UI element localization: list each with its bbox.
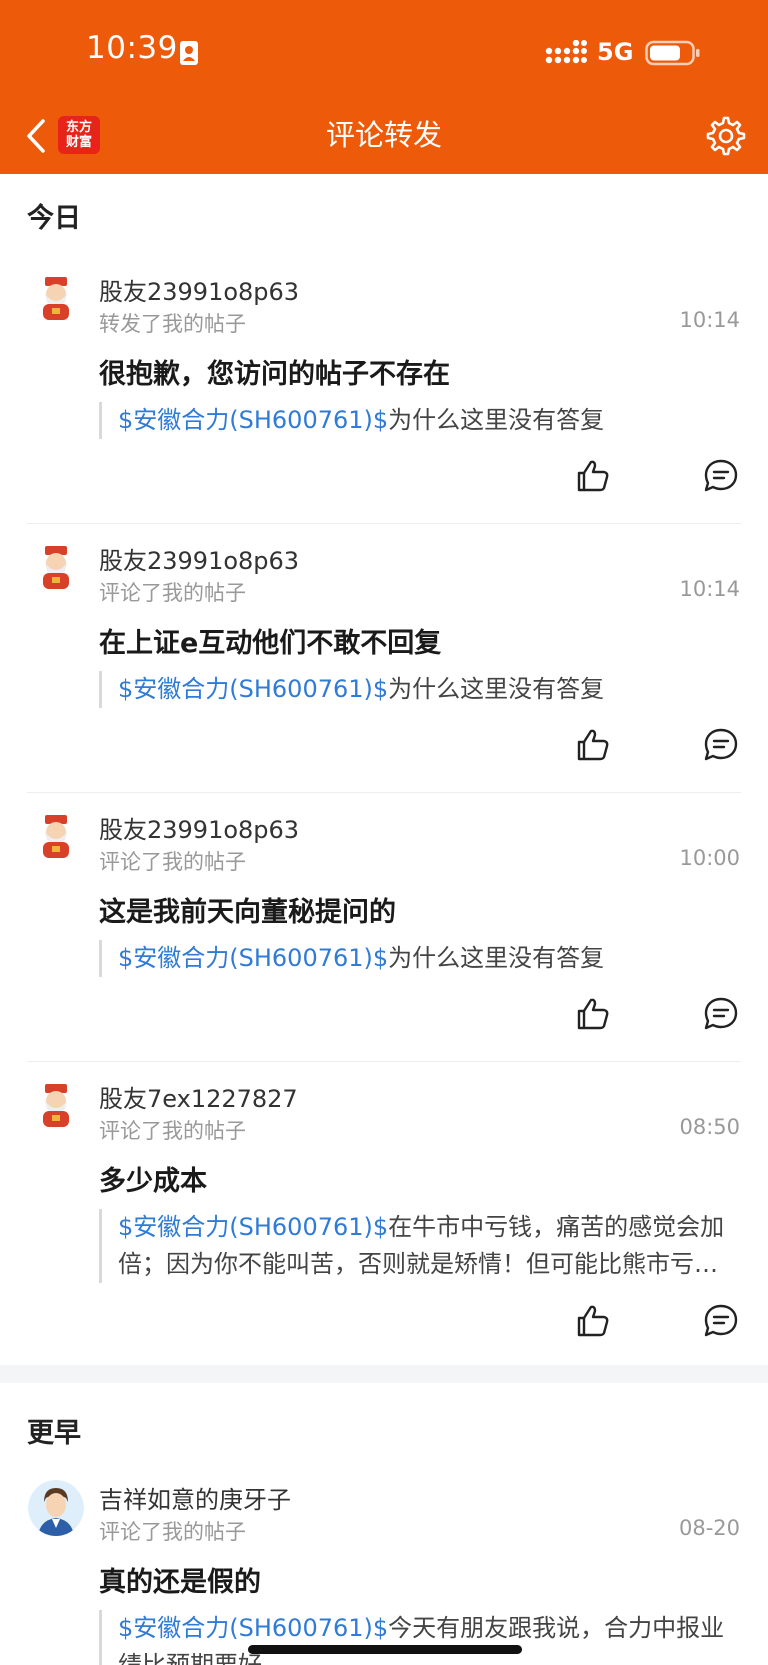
comment-icon[interactable] bbox=[703, 727, 739, 763]
quoted-post[interactable]: $安徽合力(SH600761)$为什么这里没有答复 bbox=[99, 402, 741, 439]
comment-content[interactable]: 这是我前天向董秘提问的 bbox=[99, 890, 396, 929]
home-indicator[interactable] bbox=[248, 1645, 522, 1654]
user-name[interactable]: 股友23991o8p63 bbox=[99, 541, 299, 576]
user-name[interactable]: 股友23991o8p63 bbox=[99, 810, 299, 845]
comment-icon[interactable] bbox=[703, 1303, 739, 1339]
comment-content[interactable]: 多少成本 bbox=[99, 1159, 207, 1198]
avatar[interactable] bbox=[28, 541, 84, 597]
stock-tag[interactable]: $安徽合力(SH600761)$ bbox=[118, 944, 388, 972]
avatar[interactable] bbox=[28, 1079, 84, 1135]
user-name[interactable]: 股友7ex1227827 bbox=[99, 1079, 298, 1114]
avatar[interactable] bbox=[28, 810, 84, 866]
gear-icon[interactable] bbox=[706, 116, 746, 156]
quoted-post[interactable]: $安徽合力(SH600761)$为什么这里没有答复 bbox=[99, 671, 741, 708]
status-time: 10:39 bbox=[86, 30, 178, 66]
divider bbox=[27, 523, 741, 524]
battery-icon bbox=[645, 40, 700, 66]
signal-icon bbox=[545, 40, 587, 64]
quote-text: 为什么这里没有答复 bbox=[388, 944, 605, 972]
section-separator bbox=[0, 1365, 768, 1383]
action-text: 评论了我的帖子 bbox=[99, 1119, 246, 1143]
action-text: 评论了我的帖子 bbox=[99, 850, 246, 874]
action-text: 评论了我的帖子 bbox=[99, 581, 246, 605]
quoted-post[interactable]: $安徽合力(SH600761)$今天有朋友跟我说，合力中报业绩比预期要好 bbox=[99, 1610, 741, 1665]
divider bbox=[27, 792, 741, 793]
thumbs-up-icon[interactable] bbox=[575, 1303, 611, 1339]
divider bbox=[27, 1061, 741, 1062]
action-text: 转发了我的帖子 bbox=[99, 312, 246, 336]
comment-icon[interactable] bbox=[703, 458, 739, 494]
user-name[interactable]: 股友23991o8p63 bbox=[99, 272, 299, 307]
quote-text: 为什么这里没有答复 bbox=[388, 675, 605, 703]
comment-content[interactable]: 在上证e互动他们不敢不回复 bbox=[99, 621, 441, 660]
thumbs-up-icon[interactable] bbox=[575, 727, 611, 763]
user-name[interactable]: 吉祥如意的庚牙子 bbox=[99, 1480, 291, 1515]
stock-tag[interactable]: $安徽合力(SH600761)$ bbox=[118, 675, 388, 703]
timestamp: 08:50 bbox=[679, 1115, 740, 1139]
stock-tag[interactable]: $安徽合力(SH600761)$ bbox=[118, 1614, 388, 1642]
timestamp: 10:14 bbox=[679, 577, 740, 601]
comment-icon[interactable] bbox=[703, 996, 739, 1032]
thumbs-up-icon[interactable] bbox=[575, 458, 611, 494]
comment-content[interactable]: 很抱歉，您访问的帖子不存在 bbox=[99, 352, 450, 391]
timestamp: 10:14 bbox=[679, 308, 740, 332]
quoted-post[interactable]: $安徽合力(SH600761)$在牛市中亏钱，痛苦的感觉会加倍；因为你不能叫苦，… bbox=[99, 1209, 741, 1283]
header-bar: 10:39 5G 东方 财富 评论转发 bbox=[0, 0, 768, 174]
network-label: 5G bbox=[597, 38, 634, 66]
stock-tag[interactable]: $安徽合力(SH600761)$ bbox=[118, 1213, 388, 1241]
action-text: 评论了我的帖子 bbox=[99, 1520, 246, 1544]
section-label-today: 今日 bbox=[27, 203, 81, 234]
comment-content[interactable]: 真的还是假的 bbox=[99, 1560, 261, 1599]
avatar[interactable] bbox=[28, 1480, 84, 1536]
timestamp: 10:00 bbox=[679, 846, 740, 870]
section-label-earlier: 更早 bbox=[27, 1418, 81, 1449]
timestamp: 08-20 bbox=[678, 1516, 740, 1540]
stock-tag[interactable]: $安徽合力(SH600761)$ bbox=[118, 406, 388, 434]
contact-card-icon bbox=[180, 41, 198, 65]
thumbs-up-icon[interactable] bbox=[575, 996, 611, 1032]
quote-text: 为什么这里没有答复 bbox=[388, 406, 605, 434]
page-title: 评论转发 bbox=[325, 118, 442, 152]
avatar[interactable] bbox=[28, 272, 84, 328]
quoted-post[interactable]: $安徽合力(SH600761)$为什么这里没有答复 bbox=[99, 940, 741, 977]
